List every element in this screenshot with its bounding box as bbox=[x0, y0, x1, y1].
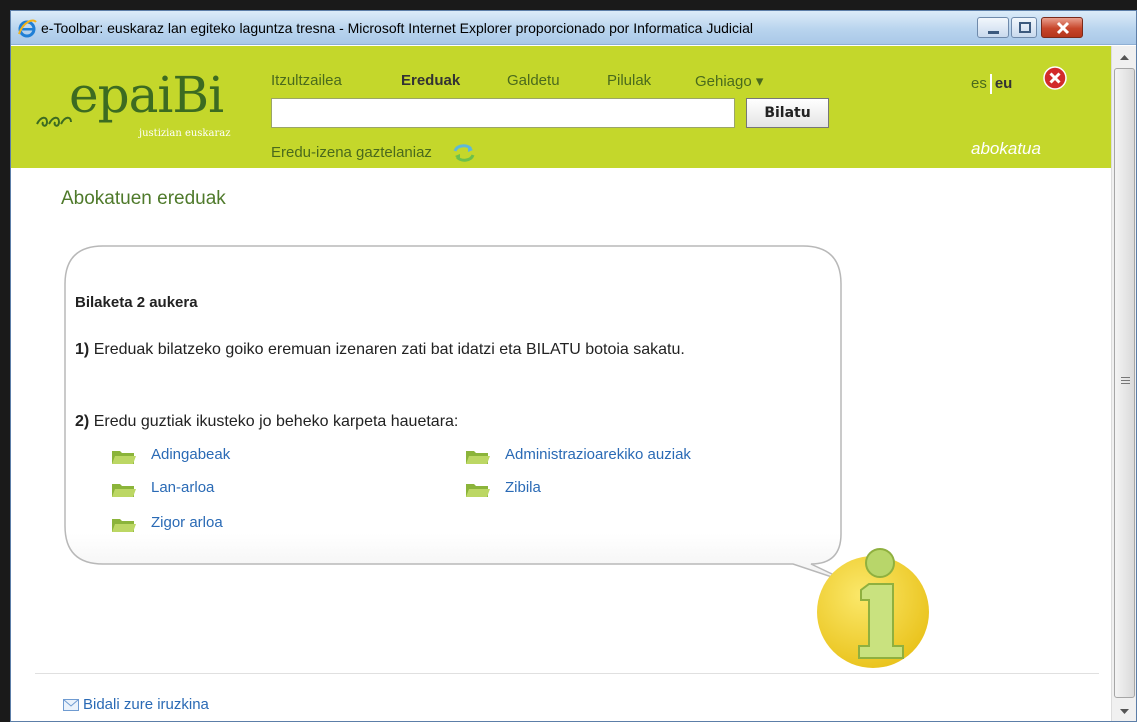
title-bar[interactable]: e-Toolbar: euskaraz lan egiteko laguntza… bbox=[11, 11, 1136, 45]
window-title: e-Toolbar: euskaraz lan egiteko laguntza… bbox=[41, 20, 754, 36]
vertical-scrollbar[interactable] bbox=[1111, 46, 1137, 722]
footer-divider bbox=[35, 673, 1099, 674]
search-input[interactable] bbox=[271, 98, 735, 128]
scroll-down-arrow-icon[interactable] bbox=[1112, 701, 1137, 722]
info-icon bbox=[817, 548, 929, 668]
folder-link-administrazioarekiko-auziak[interactable]: Administrazioarekiko auziak bbox=[465, 446, 785, 466]
lang-separator bbox=[989, 74, 992, 94]
step-1-text: 1) Ereduak bilatzeko goiko eremuan izena… bbox=[75, 339, 835, 360]
nav-item-ereduak[interactable]: Ereduak bbox=[401, 72, 460, 89]
step-2-number: 2) bbox=[75, 413, 90, 430]
folder-label: Administrazioarekiko auziak bbox=[505, 446, 691, 463]
folder-open-icon bbox=[112, 451, 136, 464]
folder-open-icon bbox=[112, 519, 136, 532]
nav-item-pilulak[interactable]: Pilulak bbox=[607, 72, 651, 89]
folder-link-zibila[interactable]: Zibila bbox=[465, 479, 665, 499]
folder-label: Zibila bbox=[505, 479, 541, 496]
logo-wordmark: epaiBi bbox=[69, 66, 224, 124]
folder-open-icon bbox=[466, 451, 490, 464]
epaibi-logo[interactable]: epaiBi justizian euskaraz bbox=[35, 66, 245, 146]
step-2-text: 2) Eredu guztiak ikusteko jo beheko karp… bbox=[75, 413, 458, 431]
nav-item-galdetu[interactable]: Galdetu bbox=[507, 72, 560, 89]
logo-tagline: justizian euskaraz bbox=[139, 128, 231, 139]
browser-window: e-Toolbar: euskaraz lan egiteko laguntza… bbox=[10, 10, 1137, 722]
envelope-icon bbox=[63, 699, 79, 711]
folder-open-icon bbox=[112, 484, 136, 497]
user-role-label: abokatua bbox=[971, 139, 1041, 158]
minimize-button[interactable] bbox=[977, 17, 1009, 38]
eredu-name-language-label[interactable]: Eredu-izena gaztelaniaz bbox=[271, 144, 432, 161]
send-feedback-label: Bidali zure iruzkina bbox=[83, 696, 209, 713]
nav-item-gehiago[interactable]: Gehiago ▾ bbox=[695, 72, 763, 90]
lang-es-link[interactable]: es bbox=[971, 75, 987, 92]
close-window-button[interactable] bbox=[1041, 17, 1083, 38]
minimize-icon bbox=[988, 31, 999, 34]
page-content: epaiBi justizian euskaraz Itzultzailea E… bbox=[11, 46, 1111, 721]
folder-open-icon bbox=[466, 484, 490, 497]
lang-eu-link[interactable]: eu bbox=[995, 75, 1013, 92]
page-title: Abokatuen ereduak bbox=[61, 188, 226, 209]
step-1-number: 1) bbox=[75, 341, 90, 358]
app-header: epaiBi justizian euskaraz Itzultzailea E… bbox=[11, 46, 1111, 168]
folder-label: Adingabeak bbox=[151, 446, 231, 463]
nav-item-itzultzailea[interactable]: Itzultzailea bbox=[271, 72, 342, 89]
maximize-icon bbox=[1019, 22, 1031, 33]
scroll-grip-icon bbox=[1121, 377, 1130, 384]
close-icon bbox=[1056, 21, 1070, 35]
language-switch: es eu bbox=[971, 74, 1012, 94]
folder-label: Zigor arloa bbox=[151, 514, 223, 531]
swap-language-icon[interactable] bbox=[451, 142, 477, 164]
folder-link-lan-arloa[interactable]: Lan-arloa bbox=[111, 479, 311, 499]
scrollbar-thumb[interactable] bbox=[1114, 68, 1135, 698]
search-button[interactable]: Bilatu bbox=[746, 98, 829, 128]
close-circle-icon[interactable] bbox=[1043, 66, 1067, 90]
scroll-up-arrow-icon[interactable] bbox=[1112, 46, 1137, 68]
folder-label: Lan-arloa bbox=[151, 479, 215, 496]
folder-link-zigor-arloa[interactable]: Zigor arloa bbox=[111, 514, 311, 534]
folder-link-adingabeak[interactable]: Adingabeak bbox=[111, 446, 311, 466]
step-1-description: Ereduak bilatzeko goiko eremuan izenaren… bbox=[93, 341, 685, 358]
internet-explorer-icon bbox=[18, 19, 37, 38]
search-options-title: Bilaketa 2 aukera bbox=[75, 294, 198, 311]
maximize-button[interactable] bbox=[1011, 17, 1037, 38]
step-2-description: Eredu guztiak ikusteko jo beheko karpeta… bbox=[93, 413, 459, 430]
